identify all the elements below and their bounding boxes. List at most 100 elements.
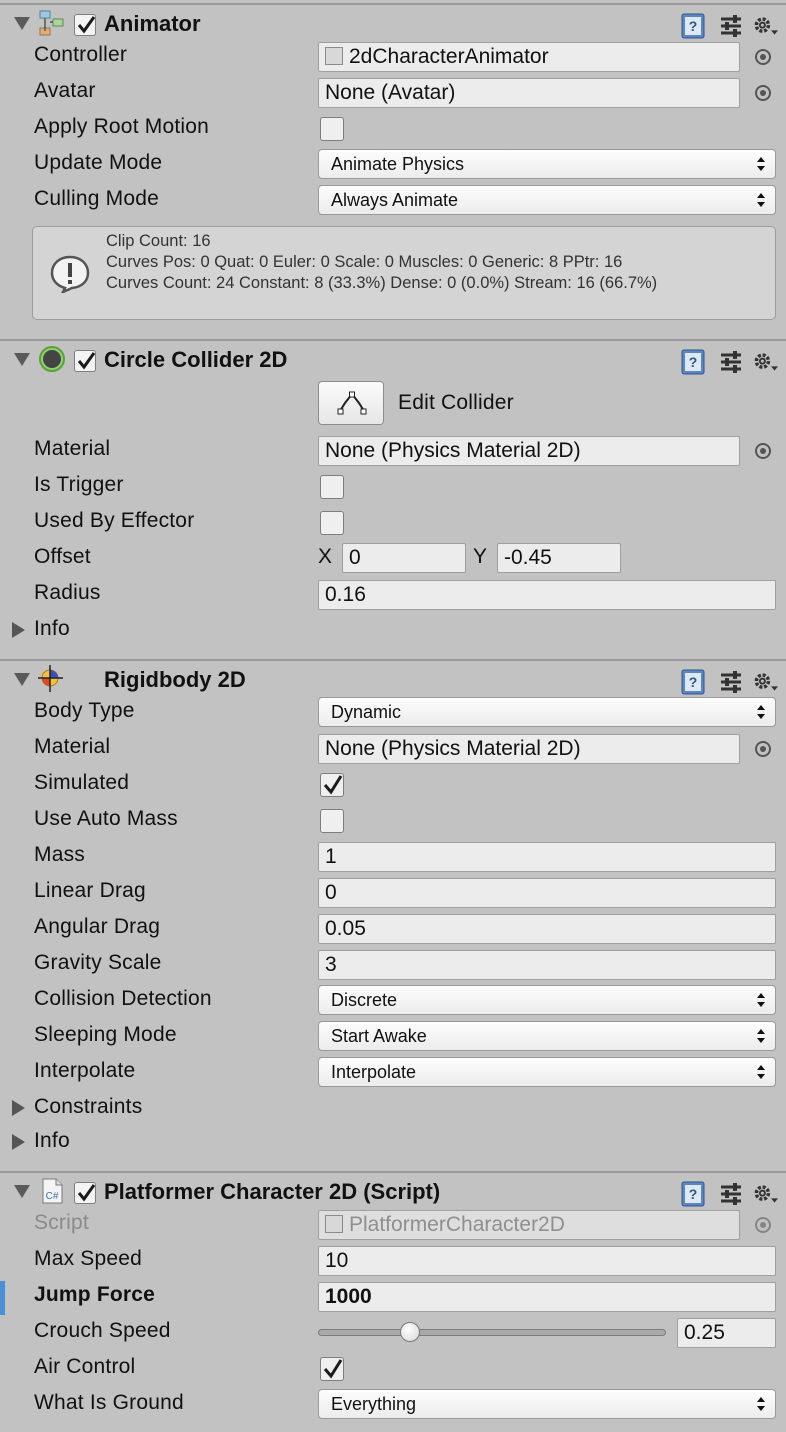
- script-enabled-checkbox[interactable]: [74, 1182, 96, 1204]
- foldout-arrow[interactable]: [14, 673, 30, 686]
- sleeping-mode-value: Start Awake: [331, 1026, 427, 1046]
- crouch-speed-slider-thumb[interactable]: [400, 1322, 420, 1342]
- gravity-scale-field[interactable]: 3: [318, 950, 776, 980]
- angular-drag-field[interactable]: 0.05: [318, 914, 776, 944]
- collision-detection-value: Discrete: [331, 990, 398, 1010]
- script-value: PlatformerCharacter2D: [349, 1213, 565, 1236]
- edit-collider-label: Edit Collider: [398, 391, 514, 414]
- checkmark-icon: [323, 775, 343, 795]
- dropdown-arrows-icon: [757, 993, 765, 1007]
- animator-enabled-checkbox[interactable]: [74, 14, 96, 36]
- foldout-arrow[interactable]: [12, 622, 25, 638]
- rigidbody-info-foldout[interactable]: Info: [34, 1129, 70, 1153]
- is-trigger-checkbox[interactable]: [320, 475, 344, 499]
- collider-info-foldout[interactable]: Info: [34, 617, 70, 641]
- rb-material-field[interactable]: None (Physics Material 2D): [318, 734, 740, 764]
- offset-y-field[interactable]: -0.45: [497, 543, 621, 573]
- what-is-ground-dropdown[interactable]: Everything: [318, 1389, 776, 1419]
- circle-collider-enabled-checkbox[interactable]: [74, 350, 96, 372]
- offset-x-label: X: [318, 545, 333, 568]
- preset-icon[interactable]: [718, 349, 744, 375]
- rigidbody-icon: [38, 665, 63, 692]
- help-icon[interactable]: ?: [680, 1181, 706, 1207]
- help-icon[interactable]: ?: [680, 13, 706, 39]
- crouch-speed-field[interactable]: 0.25: [677, 1318, 776, 1348]
- collision-detection-dropdown[interactable]: Discrete: [318, 985, 776, 1015]
- offset-label: Offset: [34, 545, 91, 568]
- update-mode-value: Animate Physics: [331, 154, 465, 174]
- simulated-checkbox[interactable]: [320, 773, 344, 797]
- edit-collider-button[interactable]: [318, 381, 384, 425]
- csharp-script-icon: C#: [42, 1178, 63, 1204]
- radius-field[interactable]: 0.16: [318, 580, 776, 610]
- circle-collider-header[interactable]: Circle Collider 2D ?: [0, 341, 786, 377]
- preset-icon[interactable]: [718, 669, 744, 695]
- foldout-arrow[interactable]: [12, 1100, 25, 1116]
- rigidbody-header[interactable]: Rigidbody 2D ?: [0, 661, 786, 697]
- object-picker-icon[interactable]: [755, 85, 771, 101]
- is-trigger-label: Is Trigger: [34, 473, 124, 496]
- foldout-arrow[interactable]: [14, 353, 30, 366]
- culling-mode-dropdown[interactable]: Always Animate: [318, 185, 776, 215]
- sleeping-mode-dropdown[interactable]: Start Awake: [318, 1021, 776, 1051]
- object-picker-icon[interactable]: [755, 741, 771, 757]
- preset-icon[interactable]: [718, 13, 744, 39]
- preset-icon[interactable]: [718, 1181, 744, 1207]
- collision-detection-label: Collision Detection: [34, 987, 212, 1010]
- script-label: Script: [34, 1211, 89, 1234]
- constraints-foldout[interactable]: Constraints: [34, 1095, 142, 1119]
- what-is-ground-label: What Is Ground: [34, 1391, 184, 1414]
- offset-x-field[interactable]: 0: [342, 543, 466, 573]
- used-by-effector-label: Used By Effector: [34, 509, 195, 532]
- curves-pos-text: Curves Pos: 0 Quat: 0 Euler: 0 Scale: 0 …: [106, 253, 623, 271]
- avatar-field[interactable]: None (Avatar): [318, 78, 740, 108]
- object-picker-icon[interactable]: [755, 443, 771, 459]
- gear-icon[interactable]: [752, 669, 778, 695]
- apply-root-motion-checkbox[interactable]: [320, 117, 344, 141]
- foldout-arrow[interactable]: [14, 1185, 30, 1198]
- animator-controller-icon: [325, 47, 343, 65]
- offset-y-label: Y: [473, 545, 488, 568]
- update-mode-label: Update Mode: [34, 151, 163, 174]
- body-type-dropdown[interactable]: Dynamic: [318, 697, 776, 727]
- controller-field[interactable]: 2dCharacterAnimator: [318, 42, 740, 72]
- max-speed-field[interactable]: 10: [318, 1246, 776, 1276]
- apply-root-motion-label: Apply Root Motion: [34, 115, 209, 138]
- help-icon[interactable]: ?: [680, 669, 706, 695]
- air-control-checkbox[interactable]: [320, 1357, 344, 1381]
- mass-label: Mass: [34, 843, 85, 866]
- use-auto-mass-checkbox[interactable]: [320, 809, 344, 833]
- animator-header[interactable]: Animator ?: [0, 5, 786, 41]
- help-icon[interactable]: ?: [680, 349, 706, 375]
- collider-material-field[interactable]: None (Physics Material 2D): [318, 436, 740, 466]
- svg-text:?: ?: [689, 1186, 698, 1202]
- culling-mode-label: Culling Mode: [34, 187, 159, 210]
- linear-drag-field[interactable]: 0: [318, 878, 776, 908]
- interpolate-value: Interpolate: [331, 1062, 417, 1082]
- avatar-label: Avatar: [34, 79, 96, 102]
- used-by-effector-checkbox[interactable]: [320, 511, 344, 535]
- air-control-label: Air Control: [34, 1355, 136, 1378]
- script-header[interactable]: C# Platformer Character 2D (Script) ?: [0, 1173, 786, 1209]
- rigidbody-title: Rigidbody 2D: [104, 667, 246, 692]
- object-picker-icon[interactable]: [755, 49, 771, 65]
- simulated-label: Simulated: [34, 771, 130, 794]
- radius-label: Radius: [34, 581, 101, 604]
- crouch-speed-slider-track[interactable]: [318, 1329, 666, 1336]
- dropdown-arrows-icon: [757, 1397, 765, 1411]
- edit-collider-icon: [337, 391, 367, 415]
- gear-icon[interactable]: [752, 349, 778, 375]
- jump-force-field[interactable]: 1000: [318, 1282, 776, 1312]
- foldout-arrow[interactable]: [12, 1134, 25, 1150]
- foldout-arrow[interactable]: [14, 17, 30, 30]
- gear-icon[interactable]: [752, 1181, 778, 1207]
- gear-icon[interactable]: [752, 13, 778, 39]
- controller-value: 2dCharacterAnimator: [349, 45, 549, 68]
- mass-field[interactable]: 1: [318, 842, 776, 872]
- use-auto-mass-label: Use Auto Mass: [34, 807, 178, 830]
- animator-info-box: Clip Count: 16 Curves Pos: 0 Quat: 0 Eul…: [32, 226, 776, 320]
- update-mode-dropdown[interactable]: Animate Physics: [318, 149, 776, 179]
- interpolate-dropdown[interactable]: Interpolate: [318, 1057, 776, 1087]
- script-title: Platformer Character 2D (Script): [104, 1179, 441, 1204]
- rb-material-label: Material: [34, 735, 111, 758]
